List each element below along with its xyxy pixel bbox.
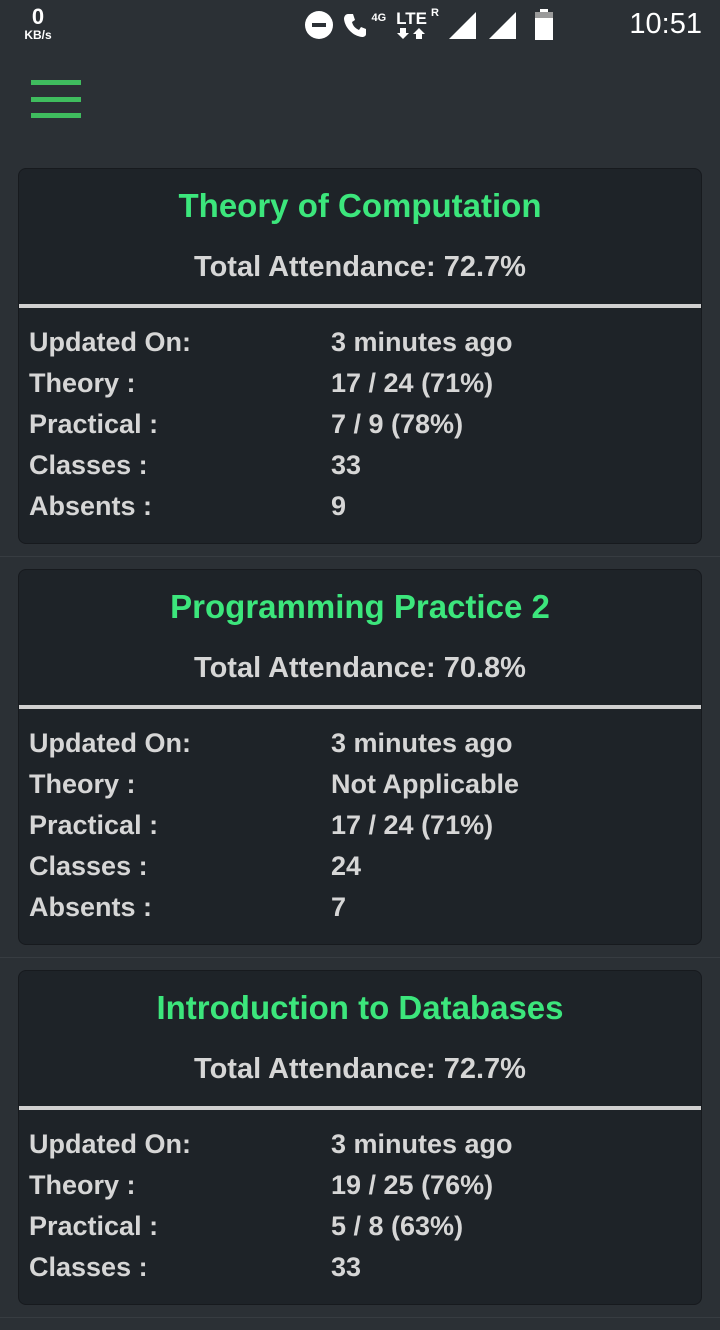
detail-label: Updated On:	[29, 1129, 191, 1159]
menu-bar-line	[31, 113, 81, 118]
attendance-details: Updated On: 3 minutes ago Theory : 19 / 25…	[19, 1110, 701, 1304]
detail-value: 9	[331, 491, 347, 521]
detail-value: 5 / 8 (63%)	[331, 1211, 464, 1241]
subject-title: Theory of Computation	[178, 187, 542, 224]
network-4g-label: 4G	[371, 12, 387, 24]
hamburger-menu-icon[interactable]	[31, 80, 81, 118]
call-icon	[344, 14, 367, 37]
card-header: Theory of Computation Total Attendance: …	[19, 169, 701, 308]
detail-label: Classes :	[29, 851, 148, 881]
detail-value: 24	[331, 851, 362, 881]
card-header: Introduction to Databases Total Attendan…	[19, 971, 701, 1110]
network-speed: 0 KB/s	[18, 4, 58, 42]
signal-icon	[489, 12, 516, 39]
detail-row: Absents : 7	[29, 887, 701, 928]
do-not-disturb-icon	[305, 11, 334, 39]
detail-label: Absents :	[29, 491, 153, 521]
detail-label: Updated On:	[29, 327, 191, 357]
attendance-list[interactable]: Theory of Computation Total Attendance: …	[0, 168, 720, 1330]
detail-value: 3 minutes ago	[331, 728, 513, 758]
card-header: Programming Practice 2 Total Attendance:…	[19, 570, 701, 709]
total-attendance: Total Attendance: 72.7%	[194, 1053, 526, 1085]
battery-icon	[535, 9, 553, 40]
status-bar: 0 KB/s 4G LTE R 10:51	[0, 0, 720, 50]
detail-label: Practical :	[29, 810, 159, 840]
network-speed-unit: KB/s	[24, 28, 52, 42]
menu-bar-line	[31, 80, 81, 85]
subject-card[interactable]: Theory of Computation Total Attendance: …	[18, 168, 702, 544]
attendance-details: Updated On: 3 minutes ago Theory : Not App…	[19, 709, 701, 944]
detail-value: 3 minutes ago	[331, 1129, 513, 1159]
detail-label: Theory :	[29, 368, 136, 398]
roaming-label: R	[431, 7, 439, 19]
detail-row: Theory : Not Applicable	[29, 764, 701, 805]
signal-roaming-icon	[449, 12, 476, 39]
detail-value: 17 / 24 (71%)	[331, 810, 494, 840]
detail-row: Updated On: 3 minutes ago	[29, 1124, 701, 1165]
detail-label: Absents :	[29, 892, 153, 922]
menu-bar-line	[31, 96, 81, 102]
detail-row: Theory : 19 / 25 (76%)	[29, 1165, 701, 1206]
subject-title: Introduction to Databases	[156, 989, 564, 1026]
detail-row: Theory : 17 / 24 (71%)	[29, 363, 701, 404]
detail-value: 3 minutes ago	[331, 327, 513, 357]
detail-label: Classes :	[29, 1252, 148, 1282]
detail-row: Updated On: 3 minutes ago	[29, 723, 701, 764]
detail-row: Classes : 24	[29, 846, 701, 887]
subject-card-item: Introduction to Databases Total Attendan…	[0, 970, 720, 1318]
detail-row: Practical : 17 / 24 (71%)	[29, 805, 701, 846]
detail-value: 7	[331, 892, 347, 922]
detail-label: Updated On:	[29, 728, 191, 758]
status-icons: 4G LTE R	[305, 8, 555, 41]
detail-label: Classes :	[29, 450, 148, 480]
detail-value: 19 / 25 (76%)	[331, 1170, 494, 1200]
subject-card[interactable]: Introduction to Databases Total Attendan…	[18, 970, 702, 1305]
detail-value: 7 / 9 (78%)	[331, 409, 464, 439]
lte-indicator: LTE R	[396, 8, 439, 40]
detail-label: Theory :	[29, 1170, 136, 1200]
detail-row: Practical : 7 / 9 (78%)	[29, 404, 701, 445]
detail-value: 33	[331, 1252, 362, 1282]
lte-label: LTE	[396, 9, 427, 28]
subject-card-item: Programming Practice 2 Total Attendance:…	[0, 569, 720, 958]
clock: 10:51	[629, 8, 702, 40]
network-speed-value: 0	[31, 4, 45, 29]
total-attendance: Total Attendance: 72.7%	[194, 251, 526, 283]
subject-card[interactable]: Programming Practice 2 Total Attendance:…	[18, 569, 702, 945]
detail-value: Not Applicable	[331, 769, 520, 799]
detail-row: Updated On: 3 minutes ago	[29, 322, 701, 363]
attendance-details: Updated On: 3 minutes ago Theory : 17 / 24…	[19, 308, 701, 543]
detail-row: Classes : 33	[29, 445, 701, 486]
subject-card-item: Theory of Computation Total Attendance: …	[0, 168, 720, 557]
detail-label: Practical :	[29, 1211, 159, 1241]
detail-label: Practical :	[29, 409, 159, 439]
subject-title: Programming Practice 2	[170, 588, 550, 625]
detail-value: 33	[331, 450, 362, 480]
detail-row: Classes : 33	[29, 1247, 701, 1288]
detail-row: Practical : 5 / 8 (63%)	[29, 1206, 701, 1247]
data-arrows-icon	[397, 28, 426, 39]
detail-label: Theory :	[29, 769, 136, 799]
detail-value: 17 / 24 (71%)	[331, 368, 494, 398]
total-attendance: Total Attendance: 70.8%	[194, 652, 526, 684]
detail-row: Absents : 9	[29, 486, 701, 527]
